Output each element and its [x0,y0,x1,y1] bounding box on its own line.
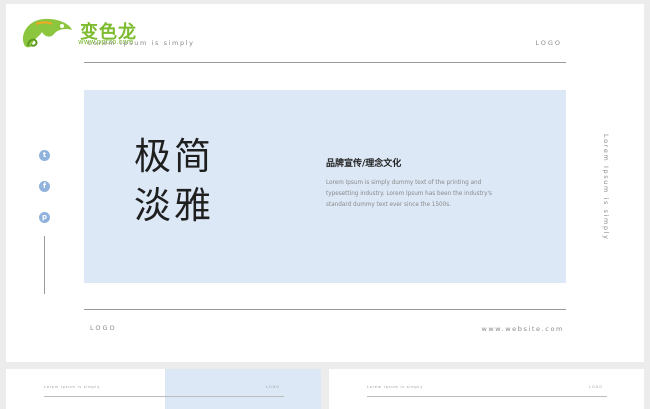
thumbnail-slide-2[interactable]: Lorem Ipsum is simply LOGO [329,369,644,409]
watermark-logo: 变色龙 www.pptzo.com [18,14,158,54]
slide: 变色龙 www.pptzo.com Lorem Ipsum is simply … [6,4,644,362]
thumbnail-divider [367,396,607,397]
side-divider [44,236,45,294]
footer-logo: LOGO [90,324,117,332]
facebook-icon[interactable]: f [39,181,50,192]
pinterest-icon[interactable]: p [39,212,50,223]
thumbnail-divider [44,396,284,397]
body-paragraph: Lorem Ipsum is simply dummy text of the … [326,180,492,208]
thumbnail-logo: LOGO [266,385,281,389]
header-logo: LOGO [535,39,562,47]
thumbnail-slide-1[interactable]: Lorem Ipsum is simply LOGO [6,369,321,409]
title-line-2: 淡雅 [134,184,214,227]
top-divider [84,62,566,63]
chameleon-icon [22,18,72,48]
title-line-1: 极简 [134,135,214,178]
bottom-divider [84,309,566,310]
vertical-tagline: Lorem Ipsum is simply [602,134,610,241]
thumbnail-tagline: Lorem Ipsum is simply [367,385,424,389]
content-panel: 极简 淡雅 品牌宣传/理念文化 Lorem Ipsum is simply du… [84,90,566,283]
twitter-icon[interactable]: t [39,150,50,161]
thumbnail-logo: LOGO [589,385,604,389]
thumbnail-panel [165,369,321,409]
header-tagline: Lorem Ipsum is simply [88,39,195,47]
section-subtitle: 品牌宣传/理念文化 [326,159,402,169]
main-title: 极简 淡雅 [134,132,214,230]
thumbnail-tagline: Lorem Ipsum is simply [44,385,101,389]
footer-website: www.website.com [481,325,564,333]
